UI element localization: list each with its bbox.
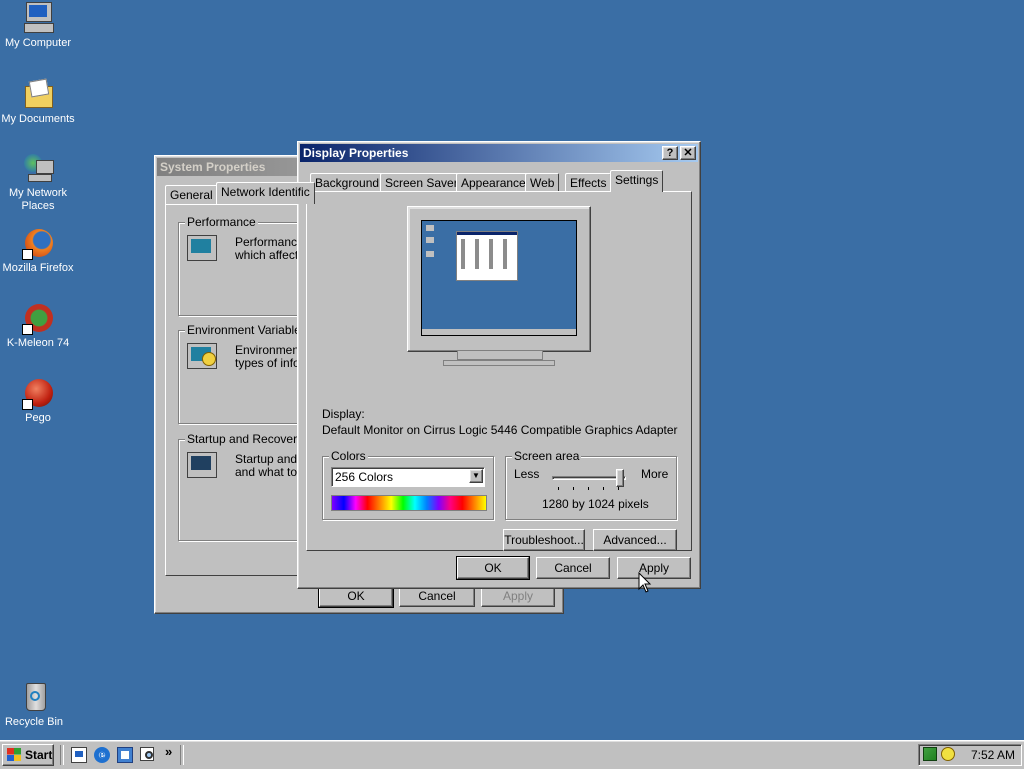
start-label: Start	[25, 748, 53, 762]
search-icon[interactable]	[140, 747, 156, 763]
display-label: Display:	[322, 407, 365, 421]
network-tray-icon[interactable]	[923, 747, 937, 761]
screen-area-more-label: More	[641, 467, 669, 481]
window-title: Display Properties	[303, 146, 409, 160]
monitor-screen	[421, 220, 577, 336]
chevron-down-icon[interactable]: ▼	[469, 469, 483, 483]
startup-icon	[187, 452, 217, 478]
desktop-icon-label: K-Meleon 74	[6, 337, 70, 349]
my-documents-icon	[22, 78, 54, 110]
display-apply-button[interactable]: Apply	[617, 557, 691, 579]
colors-select[interactable]: 256 Colors ▼	[331, 467, 485, 487]
desktop-icon-pego[interactable]: ↗ Pego	[0, 377, 76, 425]
display-adapter-value: Default Monitor on Cirrus Logic 5446 Com…	[322, 423, 678, 437]
desktop-icon-kmeleon[interactable]: ↗ K-Meleon 74	[0, 302, 76, 350]
performance-icon	[187, 235, 217, 261]
desktop-icon-my-computer[interactable]: My Computer	[0, 2, 76, 50]
clock[interactable]: 7:52 AM	[971, 748, 1015, 762]
tab-web[interactable]: Web	[525, 173, 560, 192]
display-cancel-button[interactable]: Cancel	[536, 557, 610, 579]
screen-area-legend: Screen area	[512, 449, 582, 463]
recycle-bin-icon	[18, 681, 50, 713]
windows-logo-icon	[7, 748, 21, 761]
mouse-cursor-icon	[638, 572, 652, 593]
troubleshoot-button[interactable]: Troubleshoot...	[503, 529, 585, 551]
desktop-icon-label: Mozilla Firefox	[2, 262, 74, 274]
firefox-icon: ↗	[22, 227, 54, 260]
environment-text-1: Environment	[235, 343, 303, 357]
environment-text-2: types of infor	[235, 356, 304, 370]
slider-track	[552, 476, 626, 480]
tab-screen-saver[interactable]: Screen Saver	[380, 173, 463, 192]
monitor-base	[443, 360, 555, 366]
close-button[interactable]: ✕	[680, 146, 696, 160]
resolution-slider[interactable]	[552, 469, 626, 491]
kmeleon-icon: ↗	[22, 302, 54, 335]
desktop-icon-recycle-bin[interactable]: Recycle Bin	[0, 681, 72, 729]
performance-legend: Performance	[185, 215, 258, 229]
slider-ticks	[558, 487, 620, 490]
my-computer-icon	[22, 2, 54, 34]
monitor-preview	[407, 206, 591, 352]
desktop-icon-my-documents[interactable]: My Documents	[0, 78, 76, 126]
tab-effects[interactable]: Effects	[565, 173, 612, 192]
network-places-icon	[22, 152, 54, 184]
performance-text-1: Performance	[235, 235, 304, 249]
taskbar-separator	[60, 745, 64, 765]
tab-general[interactable]: General	[165, 185, 218, 204]
startup-text-1: Startup and r	[235, 452, 305, 466]
colors-select-value: 256 Colors	[335, 470, 394, 484]
screen-area-group: Screen area Less More 1280 by 1024 pixel…	[505, 449, 677, 520]
settings-panel: Display: Default Monitor on Cirrus Logic…	[306, 191, 692, 551]
color-spectrum-bar	[331, 495, 487, 511]
quicklaunch-chevron[interactable]: »	[165, 744, 172, 759]
environment-legend: Environment Variables	[185, 323, 309, 337]
display-properties-window[interactable]: Display Properties ? ✕ Background Screen…	[297, 141, 701, 589]
desktop-icon-network-places[interactable]: My Network Places	[0, 152, 76, 213]
desktop-icon-label: My Network Places	[8, 187, 68, 212]
monitor-stand	[457, 350, 543, 360]
tab-appearance[interactable]: Appearance	[456, 173, 531, 192]
desktop-icon-label: My Computer	[4, 37, 72, 49]
taskbar: Start e » 7:52 AM	[0, 740, 1024, 769]
pego-icon: ↗	[22, 377, 54, 410]
colors-group: Colors 256 Colors ▼	[322, 449, 494, 520]
resolution-value: 1280 by 1024 pixels	[542, 497, 649, 511]
tab-settings[interactable]: Settings	[610, 170, 664, 192]
display-ok-button[interactable]: OK	[456, 556, 530, 580]
desktop-icon-label: My Documents	[1, 113, 75, 125]
display-properties-titlebar[interactable]: Display Properties ? ✕	[300, 144, 698, 162]
environment-icon	[187, 343, 217, 369]
window-title: System Properties	[160, 160, 266, 174]
screen-area-less-label: Less	[514, 467, 540, 481]
system-tray: 7:52 AM	[918, 744, 1022, 766]
volume-tray-icon[interactable]	[941, 747, 955, 761]
startup-legend: Startup and Recovery	[185, 432, 306, 446]
help-button[interactable]: ?	[662, 146, 678, 160]
taskbar-separator	[180, 745, 184, 765]
tab-network-identification[interactable]: Network Identific	[216, 182, 315, 204]
desktop-icon-label: Pego	[25, 412, 51, 424]
desktop-icon-label: Recycle Bin	[4, 716, 64, 728]
outlook-icon[interactable]	[117, 747, 133, 763]
performance-text-2: which affects	[235, 248, 305, 262]
tab-background[interactable]: Background	[310, 173, 385, 192]
advanced-button[interactable]: Advanced...	[593, 529, 677, 551]
slider-thumb[interactable]	[616, 469, 624, 487]
show-desktop-icon[interactable]	[71, 747, 87, 763]
colors-legend: Colors	[329, 449, 368, 463]
ie-icon[interactable]: e	[94, 747, 110, 763]
desktop-icon-firefox[interactable]: ↗ Mozilla Firefox	[0, 227, 76, 275]
start-button[interactable]: Start	[2, 744, 54, 766]
